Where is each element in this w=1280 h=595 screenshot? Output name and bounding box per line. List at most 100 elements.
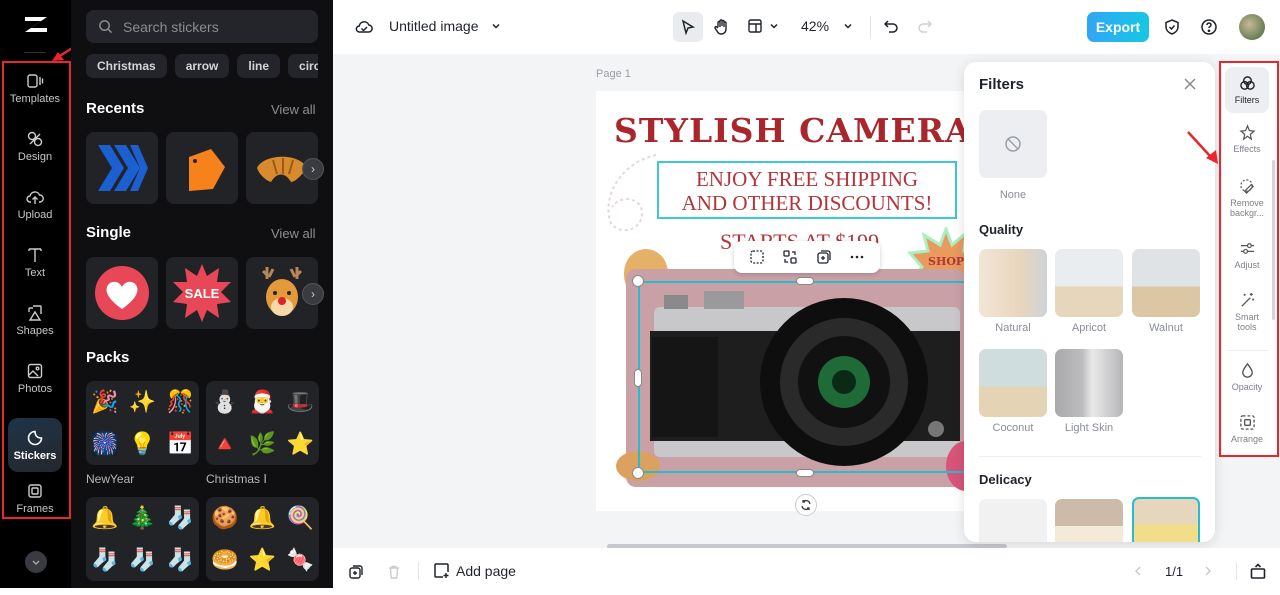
help-icon[interactable] xyxy=(1200,18,1218,36)
tool-label: Filters xyxy=(1234,95,1260,105)
pack-glyph: 🎆 xyxy=(91,431,119,456)
sticker-tile[interactable]: SALE xyxy=(166,257,238,329)
tool-arrange[interactable]: Arrange xyxy=(1225,414,1269,444)
filter-walnut[interactable] xyxy=(1132,249,1200,317)
next-page-icon[interactable] xyxy=(1202,565,1214,577)
shipping-line-1: ENJOY FREE SHIPPING xyxy=(695,167,919,191)
bottom-divider xyxy=(1236,562,1237,580)
export-label: Export xyxy=(1095,19,1141,35)
recents-next-button[interactable]: › xyxy=(302,158,324,180)
filter-light-skin[interactable] xyxy=(1055,349,1123,417)
rail-label: Upload xyxy=(17,208,53,221)
headline-text[interactable]: STYLISH CAMERA xyxy=(614,111,964,150)
add-page-button[interactable]: Add page xyxy=(433,562,516,579)
pack-gingerbread[interactable]: 🍪 🔔 🍭 🥯 ⭐ 🍬 xyxy=(206,497,319,581)
capcut-logo-icon[interactable] xyxy=(22,14,50,38)
pack-christmas[interactable]: ⛄ 🎅 🎩 🔺 🌿 ⭐ xyxy=(206,381,319,465)
chip[interactable]: arrow xyxy=(174,54,230,78)
magic-wand-icon xyxy=(1240,292,1254,307)
close-icon[interactable] xyxy=(1183,77,1197,91)
filters-icon xyxy=(1239,76,1255,90)
rail-item-shapes[interactable]: Shapes xyxy=(8,294,62,346)
sticker-tile[interactable] xyxy=(86,257,158,329)
filter-natural[interactable] xyxy=(979,249,1047,317)
more-icon[interactable] xyxy=(849,249,865,265)
filter-label: Light Skin xyxy=(1064,422,1114,434)
rail-item-frames[interactable]: Frames xyxy=(8,476,62,520)
single-next-button[interactable]: › xyxy=(302,283,324,305)
tool-opacity[interactable]: Opacity xyxy=(1225,362,1269,392)
document-title[interactable]: Untitled image xyxy=(389,18,501,34)
rotate-handle[interactable] xyxy=(795,494,817,516)
section-title-recents: Recents xyxy=(86,100,145,117)
pack-glyph: 🧦 xyxy=(91,547,119,572)
tool-smart-tools[interactable]: Smart tools xyxy=(1225,292,1269,332)
selection-box[interactable] xyxy=(638,281,964,473)
shapes-icon xyxy=(28,304,42,321)
chip[interactable]: line xyxy=(237,54,281,78)
pack-newyear[interactable]: 🎉 ✨ 🎊 🎆 💡 📅 xyxy=(86,381,199,465)
sticker-tile[interactable] xyxy=(86,132,158,204)
undo-icon[interactable] xyxy=(883,18,899,34)
reindeer-icon xyxy=(261,267,303,316)
resize-handle[interactable] xyxy=(634,369,642,387)
rail-item-stickers[interactable]: Stickers xyxy=(8,418,62,472)
filter-delicacy-3[interactable] xyxy=(1132,497,1200,542)
tool-remove-background[interactable]: Remove backgr... xyxy=(1225,178,1269,218)
tool-adjust[interactable]: Adjust xyxy=(1225,240,1269,270)
rail-divider xyxy=(24,52,46,53)
sticker-search-input[interactable]: Search stickers xyxy=(86,10,318,43)
rail-item-upload[interactable]: Upload xyxy=(8,178,62,230)
tool-effects[interactable]: Effects xyxy=(1225,124,1269,154)
shipping-text-box[interactable]: ENJOY FREE SHIPPING AND OTHER DISCOUNTS! xyxy=(657,161,957,219)
pack-glyph: ⛄ xyxy=(211,389,239,414)
rail-label: Frames xyxy=(16,502,54,515)
chip[interactable]: Christmas xyxy=(86,54,167,78)
page-panel-toggle-icon[interactable] xyxy=(1249,562,1267,580)
filter-none[interactable] xyxy=(979,110,1047,178)
rail-more-button[interactable] xyxy=(25,551,47,573)
filter-apricot[interactable] xyxy=(1055,249,1123,317)
sticker-tile[interactable] xyxy=(166,132,238,204)
replace-icon[interactable] xyxy=(782,249,798,265)
rail-item-text[interactable]: Text xyxy=(8,236,62,288)
filter-coconut[interactable] xyxy=(979,349,1047,417)
tool-label: Smart tools xyxy=(1234,312,1259,332)
filter-delicacy-2[interactable] xyxy=(1055,499,1123,542)
shield-check-icon[interactable] xyxy=(1163,18,1181,36)
section-title-single: Single xyxy=(86,224,132,241)
chip[interactable]: circle xyxy=(288,54,318,78)
effects-icon xyxy=(1238,124,1256,141)
filter-delicacy-1[interactable] xyxy=(979,499,1047,542)
pack-glyph: 🔔 xyxy=(248,505,277,530)
badge-line-1: SHOP xyxy=(928,255,964,268)
redo-icon[interactable] xyxy=(917,18,933,34)
resize-handle[interactable] xyxy=(796,277,814,285)
design-icon xyxy=(27,131,43,146)
delete-page-icon[interactable] xyxy=(386,564,402,580)
duplicate-page-icon[interactable] xyxy=(348,564,364,580)
resize-handle[interactable] xyxy=(632,275,644,287)
resize-handle[interactable] xyxy=(632,467,644,479)
design-page[interactable]: STYLISH CAMERA ENJOY FREE SHIPPING AND O… xyxy=(596,91,964,511)
tool-filters[interactable]: Filters xyxy=(1225,67,1269,113)
user-avatar[interactable] xyxy=(1239,14,1265,40)
view-all-recents[interactable]: View all xyxy=(271,102,316,117)
pack-christmas-2[interactable]: 🔔 🎄 🧦 🧦 🧦 🧦 xyxy=(86,497,199,581)
rail-item-photos[interactable]: Photos xyxy=(8,352,62,404)
rail-item-design[interactable]: Design xyxy=(8,120,62,172)
duplicate-icon[interactable] xyxy=(816,249,832,265)
cloud-saved-icon[interactable] xyxy=(355,18,373,36)
rail-item-templates[interactable]: Templates xyxy=(8,62,62,114)
select-tool-button[interactable] xyxy=(673,12,703,42)
doc-title-text: Untitled image xyxy=(389,18,479,34)
export-button[interactable]: Export xyxy=(1087,12,1149,42)
resize-handle[interactable] xyxy=(796,469,814,477)
smart-select-icon[interactable] xyxy=(749,249,765,265)
tools-scrollbar[interactable] xyxy=(1272,160,1275,320)
prev-page-icon[interactable] xyxy=(1132,565,1144,577)
view-all-single[interactable]: View all xyxy=(271,226,316,241)
zoom-dropdown[interactable]: 42% xyxy=(801,18,853,34)
layout-dropdown[interactable] xyxy=(747,18,779,34)
hand-tool-icon[interactable] xyxy=(713,18,731,36)
